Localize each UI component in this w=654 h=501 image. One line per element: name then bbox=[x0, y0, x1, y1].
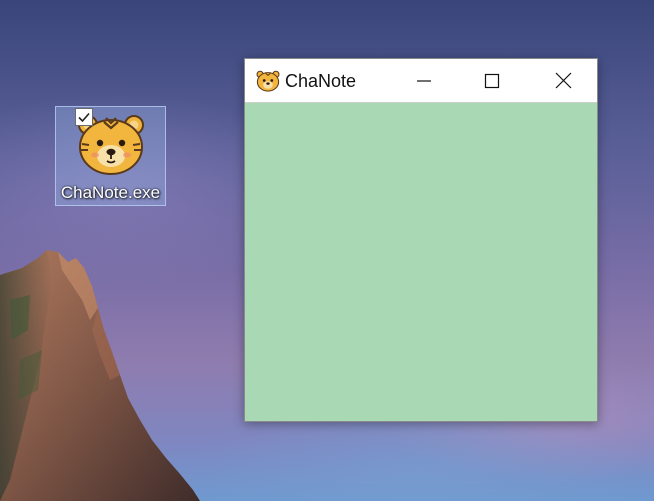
desktop-background: ChaNote.exe ChaNote bbox=[0, 0, 654, 501]
window-client-area[interactable] bbox=[245, 103, 597, 421]
desktop-icon-chanote[interactable]: ChaNote.exe bbox=[55, 106, 166, 206]
maximize-button[interactable] bbox=[460, 59, 524, 102]
maximize-icon bbox=[484, 73, 500, 88]
chanote-window: ChaNote bbox=[244, 58, 598, 422]
minimize-button[interactable] bbox=[392, 59, 456, 102]
check-icon bbox=[78, 112, 90, 123]
close-button[interactable] bbox=[531, 59, 595, 102]
minimize-icon bbox=[417, 79, 431, 82]
window-title: ChaNote bbox=[285, 71, 357, 91]
window-titlebar[interactable]: ChaNote bbox=[245, 59, 597, 103]
selection-checkbox[interactable] bbox=[75, 108, 93, 126]
close-icon bbox=[555, 72, 571, 89]
tiger-app-icon bbox=[256, 70, 280, 92]
desktop-icon-label: ChaNote.exe bbox=[60, 183, 161, 202]
